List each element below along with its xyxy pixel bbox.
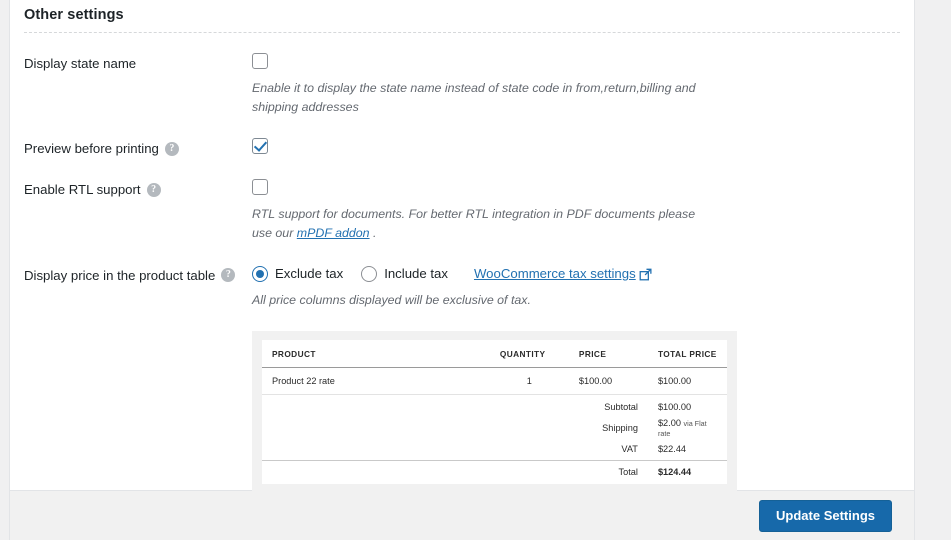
setting-row-display-state-name: Display state name Enable it to display … bbox=[24, 33, 900, 116]
radio-option-exclude-tax[interactable]: Exclude tax bbox=[252, 265, 344, 282]
totals-label-subtotal: Subtotal bbox=[604, 402, 638, 413]
update-settings-button[interactable]: Update Settings bbox=[759, 500, 892, 532]
checkbox-preview-before-printing[interactable] bbox=[252, 138, 268, 155]
radio-label-include-tax: Include tax bbox=[384, 266, 448, 282]
preview-table-header-row: PRODUCT QUANTITY PRICE TOTAL PRICE bbox=[262, 340, 727, 369]
totals-value-vat: $22.44 bbox=[648, 441, 727, 461]
totals-amount: $22.44 bbox=[657, 444, 687, 455]
setting-row-enable-rtl-support: Enable RTL support ? RTL support for doc… bbox=[24, 157, 900, 242]
totals-row-shipping: Shipping $2.00 via Flat rate bbox=[262, 415, 727, 441]
field-display-price-in-product-table: Exclude tax Include tax WooCommerce tax … bbox=[252, 265, 900, 496]
settings-card: Other settings Display state name Enable… bbox=[9, 0, 915, 496]
description-display-state-name: Enable it to display the state name inst… bbox=[252, 81, 696, 114]
totals-spacer bbox=[262, 441, 569, 461]
label-display-state-name: Display state name bbox=[24, 53, 252, 72]
preview-table-body: Product 22 rate 1 $100.00 $100.00 Subtot… bbox=[262, 367, 727, 485]
totals-value-shipping: $2.00 via Flat rate bbox=[648, 415, 727, 441]
description-display-price: All price columns displayed will be excl… bbox=[252, 292, 531, 307]
setting-label-text: Display price in the product table bbox=[24, 267, 216, 283]
radio-label-exclude-tax: Exclude tax bbox=[275, 266, 344, 282]
checkbox-enable-rtl-support[interactable] bbox=[252, 179, 268, 196]
totals-row-vat: VAT $22.44 bbox=[262, 441, 727, 461]
field-display-state-name: Enable it to display the state name inst… bbox=[252, 53, 900, 116]
woocommerce-tax-settings-link-label: WooCommerce tax settings bbox=[473, 266, 636, 282]
setting-row-preview-before-printing: Preview before printing ? bbox=[24, 116, 900, 157]
question-mark-icon[interactable]: ? bbox=[221, 268, 236, 283]
radio-option-include-tax[interactable]: Include tax bbox=[361, 265, 448, 282]
price-table-preview: PRODUCT QUANTITY PRICE TOTAL PRICE Produ… bbox=[252, 331, 737, 496]
preview-table: PRODUCT QUANTITY PRICE TOTAL PRICE Produ… bbox=[262, 340, 727, 485]
tax-display-radio-group: Exclude tax Include tax WooCommerce tax … bbox=[252, 265, 900, 283]
setting-row-display-price-in-product-table: Display price in the product table ? Exc… bbox=[24, 243, 900, 496]
table-row: Product 22 rate 1 $100.00 $100.00 bbox=[262, 367, 727, 396]
radio-exclude-tax[interactable] bbox=[252, 265, 268, 282]
cell-price: $100.00 bbox=[568, 367, 648, 396]
question-mark-icon[interactable]: ? bbox=[164, 141, 179, 156]
cell-total: $100.00 bbox=[647, 367, 727, 396]
column-header-product: PRODUCT bbox=[262, 340, 490, 369]
totals-amount: $2.00 bbox=[657, 418, 681, 429]
totals-label-vat: VAT bbox=[621, 444, 638, 455]
totals-value-total: $124.44 bbox=[647, 460, 727, 485]
question-mark-icon[interactable]: ? bbox=[146, 182, 161, 197]
form-footer: Update Settings bbox=[9, 491, 915, 540]
radio-include-tax[interactable] bbox=[361, 265, 378, 282]
preview-table-head: PRODUCT QUANTITY PRICE TOTAL PRICE bbox=[262, 340, 727, 369]
column-header-price: PRICE bbox=[568, 340, 648, 369]
totals-row-subtotal: Subtotal $100.00 bbox=[262, 395, 727, 416]
cell-quantity: 1 bbox=[489, 367, 569, 396]
woocommerce-tax-settings-link[interactable]: WooCommerce tax settings bbox=[474, 266, 652, 281]
label-enable-rtl-support: Enable RTL support ? bbox=[24, 179, 252, 198]
totals-spacer bbox=[262, 460, 569, 485]
totals-label-total: Total bbox=[568, 460, 648, 485]
setting-label-text: Preview before printing bbox=[24, 141, 159, 157]
page-title: Other settings bbox=[24, 7, 124, 23]
checkbox-display-state-name[interactable] bbox=[252, 53, 268, 69]
totals-spacer bbox=[262, 395, 569, 416]
totals-row-grand-total: Total $124.44 bbox=[262, 460, 727, 485]
totals-spacer bbox=[262, 415, 569, 441]
setting-label-text: Display state name bbox=[24, 56, 137, 71]
label-display-price-in-product-table: Display price in the product table ? bbox=[24, 265, 252, 284]
label-preview-before-printing: Preview before printing ? bbox=[24, 138, 252, 157]
field-enable-rtl-support: RTL support for documents. For better RT… bbox=[252, 179, 900, 242]
column-header-total-price: TOTAL PRICE bbox=[647, 340, 727, 369]
field-preview-before-printing bbox=[252, 138, 900, 156]
column-header-quantity: QUANTITY bbox=[489, 340, 569, 369]
setting-label-text: Enable RTL support bbox=[24, 182, 141, 198]
mpdf-addon-link[interactable]: mPDF addon bbox=[297, 226, 370, 240]
description-text-after: . bbox=[369, 225, 377, 240]
totals-label-shipping: Shipping bbox=[602, 423, 638, 434]
settings-page: Other settings Display state name Enable… bbox=[0, 0, 951, 540]
totals-amount: $100.00 bbox=[657, 402, 692, 413]
cell-product: Product 22 rate bbox=[262, 367, 490, 396]
external-link-icon bbox=[639, 268, 652, 281]
description-enable-rtl-support: RTL support for documents. For better RT… bbox=[252, 205, 718, 242]
totals-value-subtotal: $100.00 bbox=[648, 395, 727, 416]
